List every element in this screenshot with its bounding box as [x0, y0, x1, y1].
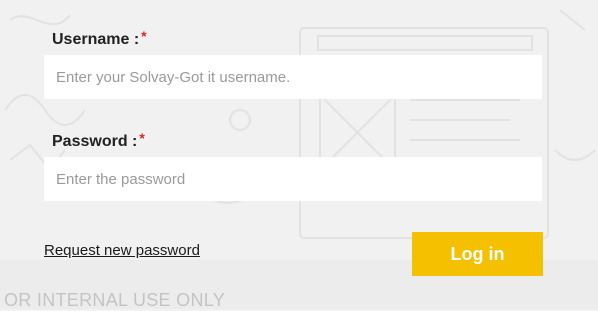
- password-label: Password : *: [52, 130, 145, 151]
- username-input[interactable]: [44, 55, 542, 99]
- password-input[interactable]: [44, 157, 542, 201]
- footer-note: OR INTERNAL USE ONLY: [4, 290, 226, 310]
- password-required-mark: *: [139, 130, 145, 146]
- password-label-text: Password :: [52, 133, 138, 150]
- request-new-password-link[interactable]: Request new password: [44, 242, 200, 259]
- login-button[interactable]: Log in: [412, 232, 543, 276]
- username-label-text: Username :: [52, 31, 140, 48]
- username-required-mark: *: [141, 28, 147, 44]
- username-label: Username : *: [52, 28, 147, 49]
